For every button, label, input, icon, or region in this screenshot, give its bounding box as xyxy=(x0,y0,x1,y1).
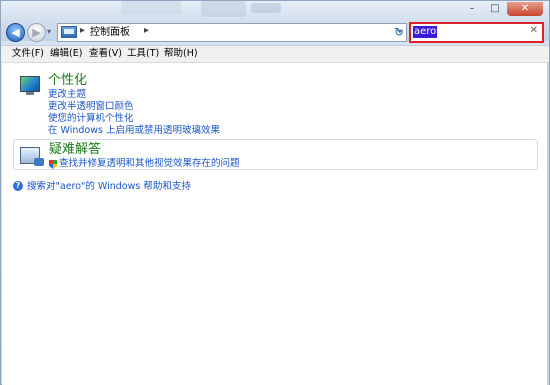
background-blur xyxy=(201,1,246,17)
forward-arrow-icon: ▶ xyxy=(32,26,41,39)
link-change-theme[interactable]: 更改主题 xyxy=(48,89,86,100)
maximize-button[interactable]: □ xyxy=(484,2,506,16)
search-results-pane: 个性化 更改主题 更改半透明窗口颜色 使您的计算机个性化 在 Windows 上… xyxy=(2,63,549,385)
search-input[interactable]: aero ✕ xyxy=(411,24,542,41)
breadcrumb-control-panel[interactable]: 控制面板 xyxy=(90,26,130,39)
recent-pages-dropdown[interactable]: ▾ xyxy=(47,27,51,36)
control-panel-icon xyxy=(61,26,77,38)
minimize-button[interactable]: – xyxy=(461,2,483,16)
help-search-link[interactable]: 搜索对"aero"的 Windows 帮助和支持 xyxy=(27,181,191,192)
background-blur xyxy=(251,3,281,13)
link-fix-transparency-problems[interactable]: 查找并修复透明和其他视觉效果存在的问题 xyxy=(59,158,240,169)
background-blur xyxy=(121,1,181,15)
search-clear-icon[interactable]: ✕ xyxy=(530,25,538,36)
menu-file[interactable]: 文件(F) xyxy=(12,47,44,60)
link-change-glass-color[interactable]: 更改半透明窗口颜色 xyxy=(48,101,134,112)
result-group-personalization: 个性化 更改主题 更改半透明窗口颜色 使您的计算机个性化 在 Windows 上… xyxy=(13,70,538,140)
right-edge xyxy=(547,63,549,385)
address-bar[interactable]: ▸ 控制面板 ▸ ▾ xyxy=(57,23,407,42)
search-value[interactable]: aero xyxy=(413,26,438,38)
shield-icon xyxy=(49,160,57,169)
menu-view[interactable]: 查看(V) xyxy=(89,47,122,60)
control-panel-window: – □ ✕ ◀ ▶ ▾ ▸ 控制面板 ▸ ▾ ↻ aero ✕ 文件(F) 编辑… xyxy=(0,0,550,385)
menu-edit[interactable]: 编辑(E) xyxy=(50,47,82,60)
personalization-monitor-icon xyxy=(20,76,40,92)
link-toggle-transparency[interactable]: 在 Windows 上启用或禁用透明玻璃效果 xyxy=(48,125,220,136)
close-button[interactable]: ✕ xyxy=(507,2,543,16)
monitor-stand xyxy=(26,92,34,95)
breadcrumb-separator[interactable]: ▸ xyxy=(80,25,85,36)
back-arrow-icon: ◀ xyxy=(11,26,20,39)
menu-help[interactable]: 帮助(H) xyxy=(164,47,198,60)
result-group-troubleshooting: 疑难解答 查找并修复透明和其他视觉效果存在的问题 xyxy=(13,139,538,170)
help-question-icon: ? xyxy=(13,181,23,191)
link-personalize-computer[interactable]: 使您的计算机个性化 xyxy=(48,113,134,124)
troubleshooting-icon xyxy=(20,147,44,166)
menu-tools[interactable]: 工具(T) xyxy=(127,47,159,60)
troubleshooting-title[interactable]: 疑难解答 xyxy=(49,142,101,158)
back-button[interactable]: ◀ xyxy=(6,23,25,42)
breadcrumb-separator[interactable]: ▸ xyxy=(144,25,149,36)
forward-button[interactable]: ▶ xyxy=(27,23,46,42)
personalization-title[interactable]: 个性化 xyxy=(48,73,87,89)
menu-bar: 文件(F) 编辑(E) 查看(V) 工具(T) 帮助(H) xyxy=(1,45,549,63)
refresh-button[interactable]: ↻ xyxy=(392,24,406,40)
